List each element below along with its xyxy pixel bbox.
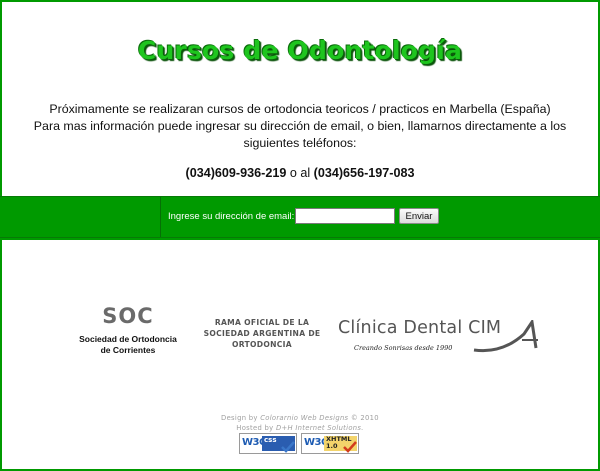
page-title: Cursos de Odontología bbox=[137, 36, 463, 65]
checkmark-icon bbox=[281, 441, 295, 453]
phone-number-1: (034)609-936-219 bbox=[185, 166, 287, 180]
header-panel: Cursos de Odontología Próximamente se re… bbox=[2, 2, 598, 196]
email-label: Ingrese su dirección de email: bbox=[168, 211, 295, 222]
rama-logo-line: RAMA OFICIAL DE LA bbox=[214, 318, 310, 327]
cim-swoosh-icon bbox=[473, 320, 538, 353]
soc-logo-line: Sociedad de Ortodoncia bbox=[79, 334, 177, 344]
send-button[interactable]: Enviar bbox=[399, 208, 439, 224]
phone-numbers: (034)609-936-219 o al (034)656-197-083 bbox=[2, 166, 598, 180]
form-divider bbox=[160, 197, 161, 237]
email-form-bar: Ingrese su dirección de email: Enviar bbox=[0, 196, 600, 238]
hosting-credit-prefix: Hosted by bbox=[236, 424, 274, 432]
design-credit-suffix: © 2010 bbox=[350, 414, 379, 422]
intro-line: Próximamente se realizaran cursos de ort… bbox=[49, 102, 551, 116]
intro-text: Próximamente se realizaran cursos de ort… bbox=[2, 101, 598, 152]
phone-number-2: (034)656-197-083 bbox=[313, 166, 415, 180]
email-input[interactable] bbox=[295, 208, 395, 224]
checkmark-icon bbox=[343, 441, 357, 453]
w3c-xhtml-badge[interactable]: W3C XHTML 1.0 bbox=[301, 433, 359, 454]
clinica-dental-cim-logo: Clínica Dental CIM Creando Sonrisas desd… bbox=[336, 316, 546, 360]
design-credit-link[interactable]: Colorarnio Web Designs bbox=[260, 414, 348, 422]
sponsors-panel: SOC Sociedad de Ortodoncia de Corrientes… bbox=[2, 240, 598, 469]
intro-line: Para mas información puede ingresar su d… bbox=[33, 119, 567, 133]
rama-logo-line: SOCIEDAD ARGENTINA DE bbox=[203, 329, 321, 338]
cim-logo-tagline: Creando Sonrisas desde 1990 bbox=[354, 344, 453, 352]
design-credit-prefix: Design by bbox=[221, 414, 258, 422]
phone-joiner: o al bbox=[289, 166, 311, 180]
rama-logo-line: ORTODONCIA bbox=[232, 340, 292, 349]
hosting-credit: Hosted by D+H Internet Solutions. bbox=[2, 423, 598, 433]
soc-logo-mark: SOC bbox=[102, 304, 154, 328]
rama-oficial-logo: RAMA OFICIAL DE LA SOCIEDAD ARGENTINA DE… bbox=[198, 317, 326, 350]
w3c-css-badge[interactable]: W3C css bbox=[239, 433, 297, 454]
xhtml-badge-version: 1.0 bbox=[326, 442, 338, 450]
soc-logo-line: de Corrientes bbox=[100, 345, 156, 355]
hosting-credit-link[interactable]: D+H Internet Solutions. bbox=[276, 424, 364, 432]
intro-line: siguientes teléfonos: bbox=[243, 136, 357, 150]
soc-logo: SOC Sociedad de Ortodoncia de Corrientes bbox=[68, 304, 188, 356]
design-credit: Design by Colorarnio Web Designs © 2010 bbox=[2, 413, 598, 423]
footer-credits: Design by Colorarnio Web Designs © 2010 … bbox=[2, 413, 598, 433]
